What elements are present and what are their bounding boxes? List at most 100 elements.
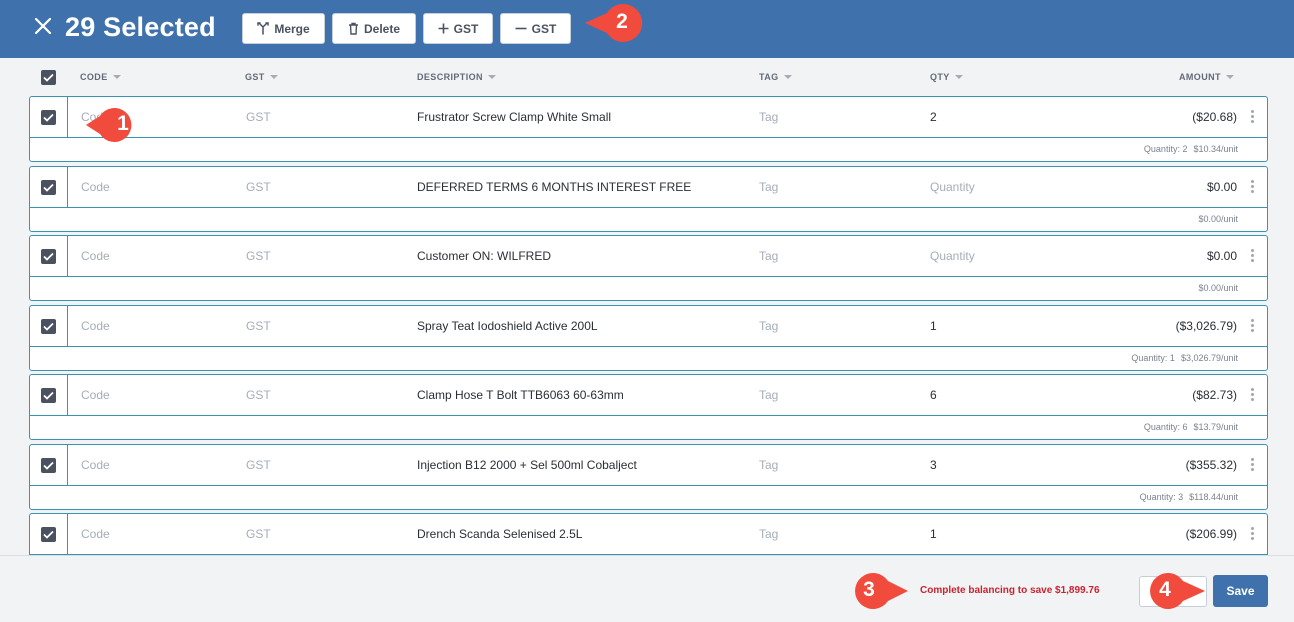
row-checkbox[interactable] xyxy=(41,180,56,195)
merge-button[interactable]: Merge xyxy=(242,13,325,44)
unit-price-text: $10.34/unit xyxy=(1193,144,1238,154)
column-amount[interactable]: AMOUNT xyxy=(1179,72,1234,82)
amount-field[interactable]: ($82.73) xyxy=(1192,388,1237,402)
delete-button[interactable]: Delete xyxy=(332,13,416,44)
kebab-menu-icon[interactable] xyxy=(1249,180,1255,196)
kebab-menu-icon[interactable] xyxy=(1249,527,1255,543)
gst-field[interactable]: GST xyxy=(246,458,271,472)
column-gst[interactable]: GST xyxy=(245,72,278,82)
row-checkbox[interactable] xyxy=(41,388,56,403)
amount-field[interactable]: ($20.68) xyxy=(1192,110,1237,124)
checkbox-checked-icon xyxy=(43,183,54,192)
caret-down-icon xyxy=(112,75,121,79)
checkbox-checked-icon xyxy=(43,322,54,331)
unit-price-text: $118.44/unit xyxy=(1189,492,1238,502)
qty-field[interactable]: 3 xyxy=(930,458,937,472)
line-item-main: Code GST Drench Scanda Selenised 2.5L Ta… xyxy=(30,514,1267,555)
unit-price-note: Quantity: 6 $13.79/unit xyxy=(1144,422,1238,432)
add-gst-button[interactable]: GST xyxy=(423,13,493,44)
save-button[interactable]: Save xyxy=(1213,575,1268,607)
gst-field[interactable]: GST xyxy=(246,180,271,194)
line-item-row[interactable]: Code GST Drench Scanda Selenised 2.5L Ta… xyxy=(29,513,1268,555)
unit-quantity-text: Quantity: 2 xyxy=(1143,144,1188,154)
tag-field[interactable]: Tag xyxy=(759,180,778,194)
unit-price-note: Quantity: 3 $118.44/unit xyxy=(1140,492,1238,502)
kebab-menu-icon[interactable] xyxy=(1249,319,1255,335)
row-checkbox-cell xyxy=(30,97,68,138)
tag-field[interactable]: Tag xyxy=(759,249,778,263)
checkbox-checked-icon xyxy=(43,461,54,470)
line-item-row[interactable]: Code GST Spray Teat Iodoshield Active 20… xyxy=(29,305,1268,371)
row-checkbox[interactable] xyxy=(41,319,56,334)
code-field[interactable]: Code xyxy=(81,180,110,194)
column-description[interactable]: DESCRIPTION xyxy=(417,72,496,82)
qty-field[interactable]: 1 xyxy=(930,319,937,333)
description-field[interactable]: Customer ON: WILFRED xyxy=(417,249,551,263)
code-field[interactable]: Code xyxy=(81,527,110,541)
column-code[interactable]: CODE xyxy=(80,72,121,82)
amount-field[interactable]: ($206.99) xyxy=(1186,527,1237,541)
tag-field[interactable]: Tag xyxy=(759,527,778,541)
line-item-row[interactable]: Code GST DEFERRED TERMS 6 MONTHS INTERES… xyxy=(29,166,1268,232)
description-field[interactable]: Injection B12 2000 + Sel 500ml Cobalject xyxy=(417,458,637,472)
gst-field[interactable]: GST xyxy=(246,110,271,124)
column-qty[interactable]: QTY xyxy=(930,72,963,82)
kebab-menu-icon[interactable] xyxy=(1249,388,1255,404)
qty-field[interactable]: Quantity xyxy=(930,249,975,263)
tag-field[interactable]: Tag xyxy=(759,388,778,402)
amount-field[interactable]: $0.00 xyxy=(1207,249,1237,263)
description-field[interactable]: Spray Teat Iodoshield Active 200L xyxy=(417,319,598,333)
qty-field[interactable]: 1 xyxy=(930,527,937,541)
gst-field[interactable]: GST xyxy=(246,388,271,402)
column-description-label: DESCRIPTION xyxy=(417,72,483,82)
tag-field[interactable]: Tag xyxy=(759,110,778,124)
row-checkbox-cell xyxy=(30,514,68,555)
description-field[interactable]: DEFERRED TERMS 6 MONTHS INTEREST FREE xyxy=(417,180,691,194)
column-tag[interactable]: TAG xyxy=(759,72,792,82)
line-item-row[interactable]: Code GST Clamp Hose T Bolt TTB6063 60-63… xyxy=(29,374,1268,440)
gst-field[interactable]: GST xyxy=(246,527,271,541)
row-checkbox[interactable] xyxy=(41,458,56,473)
add-gst-button-label: GST xyxy=(453,21,479,36)
kebab-menu-icon[interactable] xyxy=(1249,110,1255,126)
kebab-menu-icon[interactable] xyxy=(1249,458,1255,474)
description-field[interactable]: Drench Scanda Selenised 2.5L xyxy=(417,527,582,541)
code-field[interactable]: Code xyxy=(81,319,110,333)
qty-field[interactable]: Quantity xyxy=(930,180,975,194)
unit-price-note: Quantity: 1 $3,026.79/unit xyxy=(1131,353,1238,363)
marker-number: 4 xyxy=(1159,578,1171,601)
column-amount-label: AMOUNT xyxy=(1179,72,1221,82)
gst-field[interactable]: GST xyxy=(246,249,271,263)
checkbox-checked-icon xyxy=(43,252,54,261)
code-field[interactable]: Code xyxy=(81,388,110,402)
tag-field[interactable]: Tag xyxy=(759,319,778,333)
line-item-row[interactable]: Code GST Injection B12 2000 + Sel 500ml … xyxy=(29,444,1268,510)
tag-field[interactable]: Tag xyxy=(759,458,778,472)
description-field[interactable]: Clamp Hose T Bolt TTB6063 60-63mm xyxy=(417,388,624,402)
code-field[interactable]: Code xyxy=(81,249,110,263)
remove-gst-button[interactable]: GST xyxy=(500,13,571,44)
row-checkbox-cell xyxy=(30,236,68,277)
amount-field[interactable]: $0.00 xyxy=(1207,180,1237,194)
description-field[interactable]: Frustrator Screw Clamp White Small xyxy=(417,110,611,124)
select-all-checkbox[interactable] xyxy=(41,70,56,85)
column-header-row: CODE GST DESCRIPTION TAG QTY AMOUNT xyxy=(0,67,1294,89)
kebab-menu-icon[interactable] xyxy=(1249,249,1255,265)
qty-field[interactable]: 2 xyxy=(930,110,937,124)
merge-icon xyxy=(257,22,270,35)
balance-warning: Complete balancing to save $1,899.76 xyxy=(920,585,1100,596)
row-checkbox[interactable] xyxy=(41,527,56,542)
line-item-row[interactable]: Code GST Customer ON: WILFRED Tag Quanti… xyxy=(29,235,1268,301)
qty-field[interactable]: 6 xyxy=(930,388,937,402)
row-checkbox[interactable] xyxy=(41,110,56,125)
gst-field[interactable]: GST xyxy=(246,319,271,333)
code-field[interactable]: Code xyxy=(81,458,110,472)
amount-field[interactable]: ($355.32) xyxy=(1186,458,1237,472)
row-checkbox-cell xyxy=(30,167,68,208)
row-checkbox-cell xyxy=(30,445,68,486)
row-checkbox[interactable] xyxy=(41,249,56,264)
close-icon[interactable] xyxy=(31,13,55,39)
line-item-row[interactable]: Code GST Frustrator Screw Clamp White Sm… xyxy=(29,96,1268,162)
amount-field[interactable]: ($3,026.79) xyxy=(1176,319,1237,333)
column-code-label: CODE xyxy=(80,72,108,82)
